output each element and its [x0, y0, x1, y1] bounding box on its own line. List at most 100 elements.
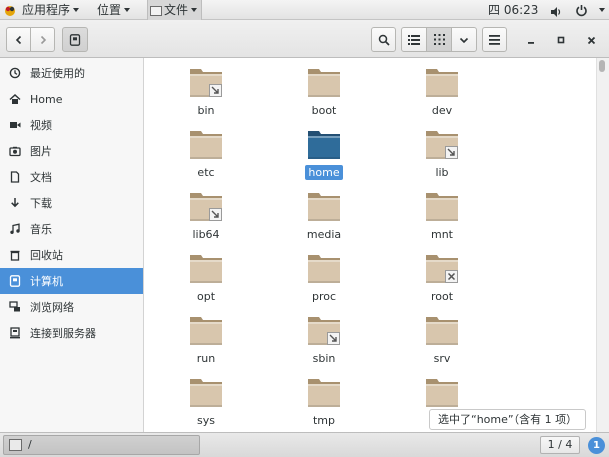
file-grid: bin boot dev etc home lib lib64 media mnt opt proc… — [145, 58, 596, 432]
places-menu-label: 位置 — [97, 3, 122, 17]
file-item[interactable]: opt — [166, 246, 246, 306]
file-item[interactable]: lib64 — [166, 184, 246, 244]
sidebar-item[interactable]: 回收站 — [0, 242, 143, 268]
selection-status: 选中了“home”（含有 1 项） — [429, 409, 587, 430]
files-app-menu[interactable]: 文件 — [147, 0, 203, 20]
file-item[interactable]: etc — [166, 122, 246, 182]
folder-icon — [189, 66, 223, 98]
file-name: home — [305, 165, 343, 180]
file-item[interactable]: root — [402, 246, 482, 306]
server-icon — [9, 327, 21, 339]
taskbar-window-button[interactable]: / — [3, 435, 200, 455]
view-options-button[interactable] — [451, 27, 477, 52]
file-name: mnt — [431, 228, 453, 241]
trash-icon — [9, 249, 21, 261]
applications-menu[interactable]: 应用程序 — [22, 0, 80, 20]
folder-icon — [425, 314, 459, 346]
folder-icon — [307, 66, 341, 98]
sidebar-item[interactable]: 浏览网络 — [0, 294, 143, 320]
folder-icon — [307, 190, 341, 222]
taskbar-window-title: / — [28, 438, 32, 451]
file-item[interactable]: home — [284, 122, 364, 182]
no-access-emblem-icon — [445, 270, 458, 283]
grid-view-button[interactable] — [426, 27, 452, 52]
apps-logo-icon — [5, 6, 15, 16]
file-item[interactable]: proc — [284, 246, 364, 306]
power-icon[interactable] — [575, 3, 588, 17]
file-item[interactable]: sbin — [284, 308, 364, 368]
document-icon — [9, 171, 21, 183]
volume-icon[interactable] — [550, 4, 562, 17]
scrollbar-thumb[interactable] — [599, 60, 605, 72]
sidebar: 最近使用的 Home 视频图片 文档 下载 音乐 回收站 计算机浏览网络连接到服务器 — [0, 58, 144, 432]
file-name: dev — [431, 104, 453, 117]
folder-icon — [425, 190, 459, 222]
close-button[interactable] — [580, 29, 602, 51]
files-app-menu-label: 文件 — [164, 3, 189, 17]
system-menu[interactable] — [596, 0, 605, 20]
notification-badge[interactable]: 1 — [588, 437, 605, 454]
symlink-emblem-icon — [209, 208, 222, 221]
list-view-icon — [408, 34, 420, 45]
file-name: etc — [197, 166, 215, 179]
close-icon — [587, 36, 595, 44]
forward-button[interactable] — [30, 27, 55, 52]
chevron-right-icon — [40, 35, 46, 44]
folder-icon — [307, 314, 341, 346]
workspace-switcher[interactable]: 1 / 4 — [540, 436, 580, 454]
file-name: boot — [311, 104, 337, 117]
bottom-taskbar: / 1 / 4 1 — [0, 432, 609, 457]
file-name: media — [306, 228, 342, 241]
sidebar-item[interactable]: 音乐 — [0, 216, 143, 242]
file-item[interactable]: run — [166, 308, 246, 368]
location-computer-button[interactable] — [62, 27, 88, 52]
file-name: run — [196, 352, 216, 365]
file-item[interactable]: tmp — [284, 370, 364, 430]
search-button[interactable] — [371, 27, 396, 52]
grid-view-icon — [433, 34, 445, 45]
file-item[interactable]: dev — [402, 60, 482, 120]
sidebar-item[interactable]: 文档 — [0, 164, 143, 190]
pictures-icon — [9, 145, 21, 157]
maximize-button[interactable] — [550, 29, 572, 51]
folder-icon — [425, 376, 459, 408]
clock[interactable]: 四 06:23 — [488, 0, 538, 20]
places-menu[interactable]: 位置 — [97, 0, 131, 20]
file-item[interactable]: mnt — [402, 184, 482, 244]
sidebar-item-label: 浏览网络 — [30, 301, 74, 314]
music-icon — [9, 223, 21, 235]
top-panel: 应用程序 位置 文件 四 06:23 — [0, 0, 609, 20]
sidebar-item[interactable]: Home — [0, 86, 143, 112]
folder-icon — [189, 314, 223, 346]
file-item[interactable]: lib — [402, 122, 482, 182]
back-button[interactable] — [6, 27, 31, 52]
chevron-down-icon — [459, 37, 469, 43]
sidebar-item[interactable]: 视频 — [0, 112, 143, 138]
file-item[interactable]: media — [284, 184, 364, 244]
file-item[interactable]: srv — [402, 308, 482, 368]
maximize-icon — [557, 36, 565, 44]
sidebar-item[interactable]: 图片 — [0, 138, 143, 164]
file-item[interactable]: boot — [284, 60, 364, 120]
sidebar-item-label: 视频 — [30, 119, 52, 132]
file-item[interactable]: sys — [166, 370, 246, 430]
scrollbar[interactable] — [596, 58, 609, 432]
file-name: proc — [311, 290, 337, 303]
file-name: srv — [433, 352, 451, 365]
sidebar-item[interactable]: 连接到服务器 — [0, 320, 143, 346]
file-name: root — [430, 290, 454, 303]
chevron-down-icon — [191, 7, 198, 12]
minimize-button[interactable] — [520, 29, 542, 51]
file-item[interactable]: bin — [166, 60, 246, 120]
menu-button[interactable] — [482, 27, 507, 52]
computer-icon — [9, 275, 21, 287]
symlink-emblem-icon — [327, 332, 340, 345]
list-view-button[interactable] — [401, 27, 427, 52]
sidebar-item[interactable]: 计算机 — [0, 268, 143, 294]
file-name: opt — [196, 290, 216, 303]
sidebar-item[interactable]: 下载 — [0, 190, 143, 216]
sidebar-item[interactable]: 最近使用的 — [0, 60, 143, 86]
search-icon — [378, 34, 390, 46]
video-icon — [9, 119, 21, 131]
chevron-down-icon — [124, 7, 131, 12]
